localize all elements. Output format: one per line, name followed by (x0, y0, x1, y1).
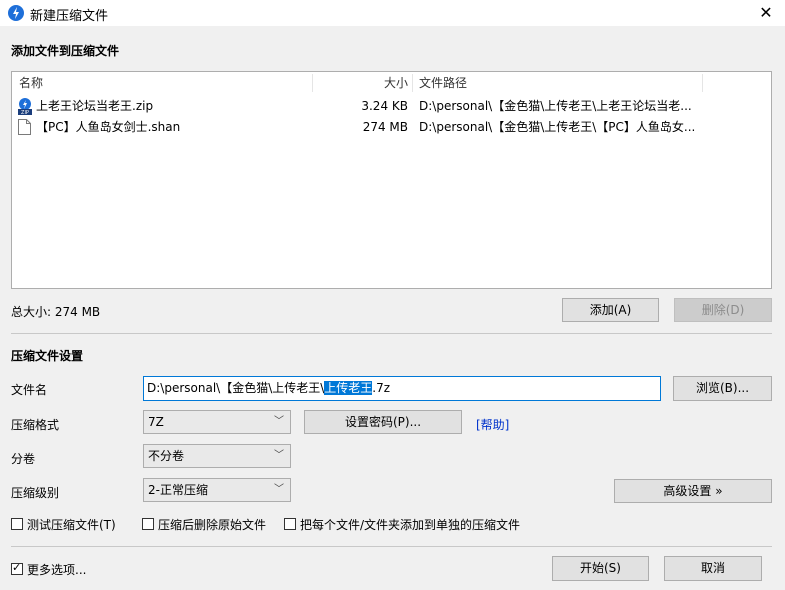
file-size: 3.24 KB (361, 99, 408, 113)
test-archive-checkbox[interactable] (11, 518, 23, 530)
delete-after-label[interactable]: 压缩后删除原始文件 (158, 516, 266, 533)
divider (11, 333, 772, 334)
chevron-down-icon: ﹀ (274, 450, 284, 461)
title-bar: 新建压缩文件 ✕ (0, 0, 785, 26)
help-link[interactable]: [帮助] (476, 416, 509, 433)
table-row[interactable]: ZIP 上老王论坛当老王.zip 3.24 KB D:\personal\【金色… (13, 96, 770, 117)
table-row[interactable]: 【PC】人鱼岛女剑士.shan 274 MB D:\personal\【金色猫\… (13, 117, 770, 138)
file-path: D:\personal\【金色猫\上传老王\上老王论坛当老... (419, 99, 692, 113)
total-size: 总大小: 274 MB (11, 305, 101, 319)
start-button[interactable]: 开始(S) (552, 556, 649, 581)
file-name: 上老王论坛当老王.zip (36, 99, 154, 113)
format-value: 7Z (148, 415, 164, 429)
column-header-name[interactable]: 名称 (19, 72, 43, 94)
separate-archives-label[interactable]: 把每个文件/文件夹添加到单独的压缩文件 (300, 516, 520, 533)
close-icon[interactable]: ✕ (747, 0, 785, 26)
file-list[interactable]: 名称 大小 文件路径 ZIP 上老王论坛当老王.zip 3.24 KB D:\p… (11, 71, 772, 289)
format-select[interactable]: 7Z ﹀ (143, 410, 291, 434)
app-icon (8, 5, 24, 21)
split-select[interactable]: 不分卷 ﹀ (143, 444, 291, 468)
split-label: 分卷 (11, 452, 36, 466)
delete-after-checkbox[interactable] (142, 518, 154, 530)
delete-button[interactable]: 删除(D) (674, 298, 772, 322)
column-header-size[interactable]: 大小 (312, 72, 408, 94)
add-button[interactable]: 添加(A) (562, 298, 659, 322)
file-path: D:\personal\【金色猫\上传老王\【PC】人鱼岛女... (419, 120, 696, 134)
column-separator (412, 74, 413, 92)
filename-input[interactable]: D:\personal\【金色猫\上传老王\上传老王.7z (143, 376, 661, 401)
filename-prefix: D:\personal\【金色猫\上传老王\ (147, 381, 325, 395)
more-options-checkbox[interactable] (11, 561, 23, 575)
test-archive-label[interactable]: 测试压缩文件(T) (27, 516, 116, 533)
level-label: 压缩级别 (11, 486, 60, 500)
filename-suffix: .7z (372, 381, 391, 395)
settings-section-title: 压缩文件设置 (11, 349, 84, 363)
file-size: 274 MB (362, 120, 408, 134)
set-password-button[interactable]: 设置密码(P)... (304, 410, 462, 434)
add-section-title: 添加文件到压缩文件 (11, 44, 120, 58)
file-name: 【PC】人鱼岛女剑士.shan (36, 120, 181, 134)
column-header-path[interactable]: 文件路径 (419, 72, 467, 94)
cancel-button[interactable]: 取消 (664, 556, 762, 581)
split-value: 不分卷 (148, 449, 185, 463)
blank-file-icon (18, 119, 31, 142)
separate-archives-checkbox[interactable] (284, 518, 296, 530)
more-options-label[interactable]: 更多选项... (27, 561, 86, 578)
chevron-down-icon: ﹀ (274, 484, 284, 495)
browse-button[interactable]: 浏览(B)... (673, 376, 772, 401)
level-value: 2-正常压缩 (148, 483, 208, 497)
filename-selection: 上传老王 (324, 381, 373, 395)
svg-text:ZIP: ZIP (21, 110, 29, 115)
chevron-down-icon: ﹀ (274, 416, 284, 427)
window-title: 新建压缩文件 (30, 9, 109, 24)
format-label: 压缩格式 (11, 418, 60, 432)
filename-label: 文件名 (11, 383, 48, 397)
divider (11, 546, 772, 547)
advanced-settings-button[interactable]: 高级设置 » (614, 479, 772, 503)
column-separator (702, 74, 703, 92)
level-select[interactable]: 2-正常压缩 ﹀ (143, 478, 291, 502)
